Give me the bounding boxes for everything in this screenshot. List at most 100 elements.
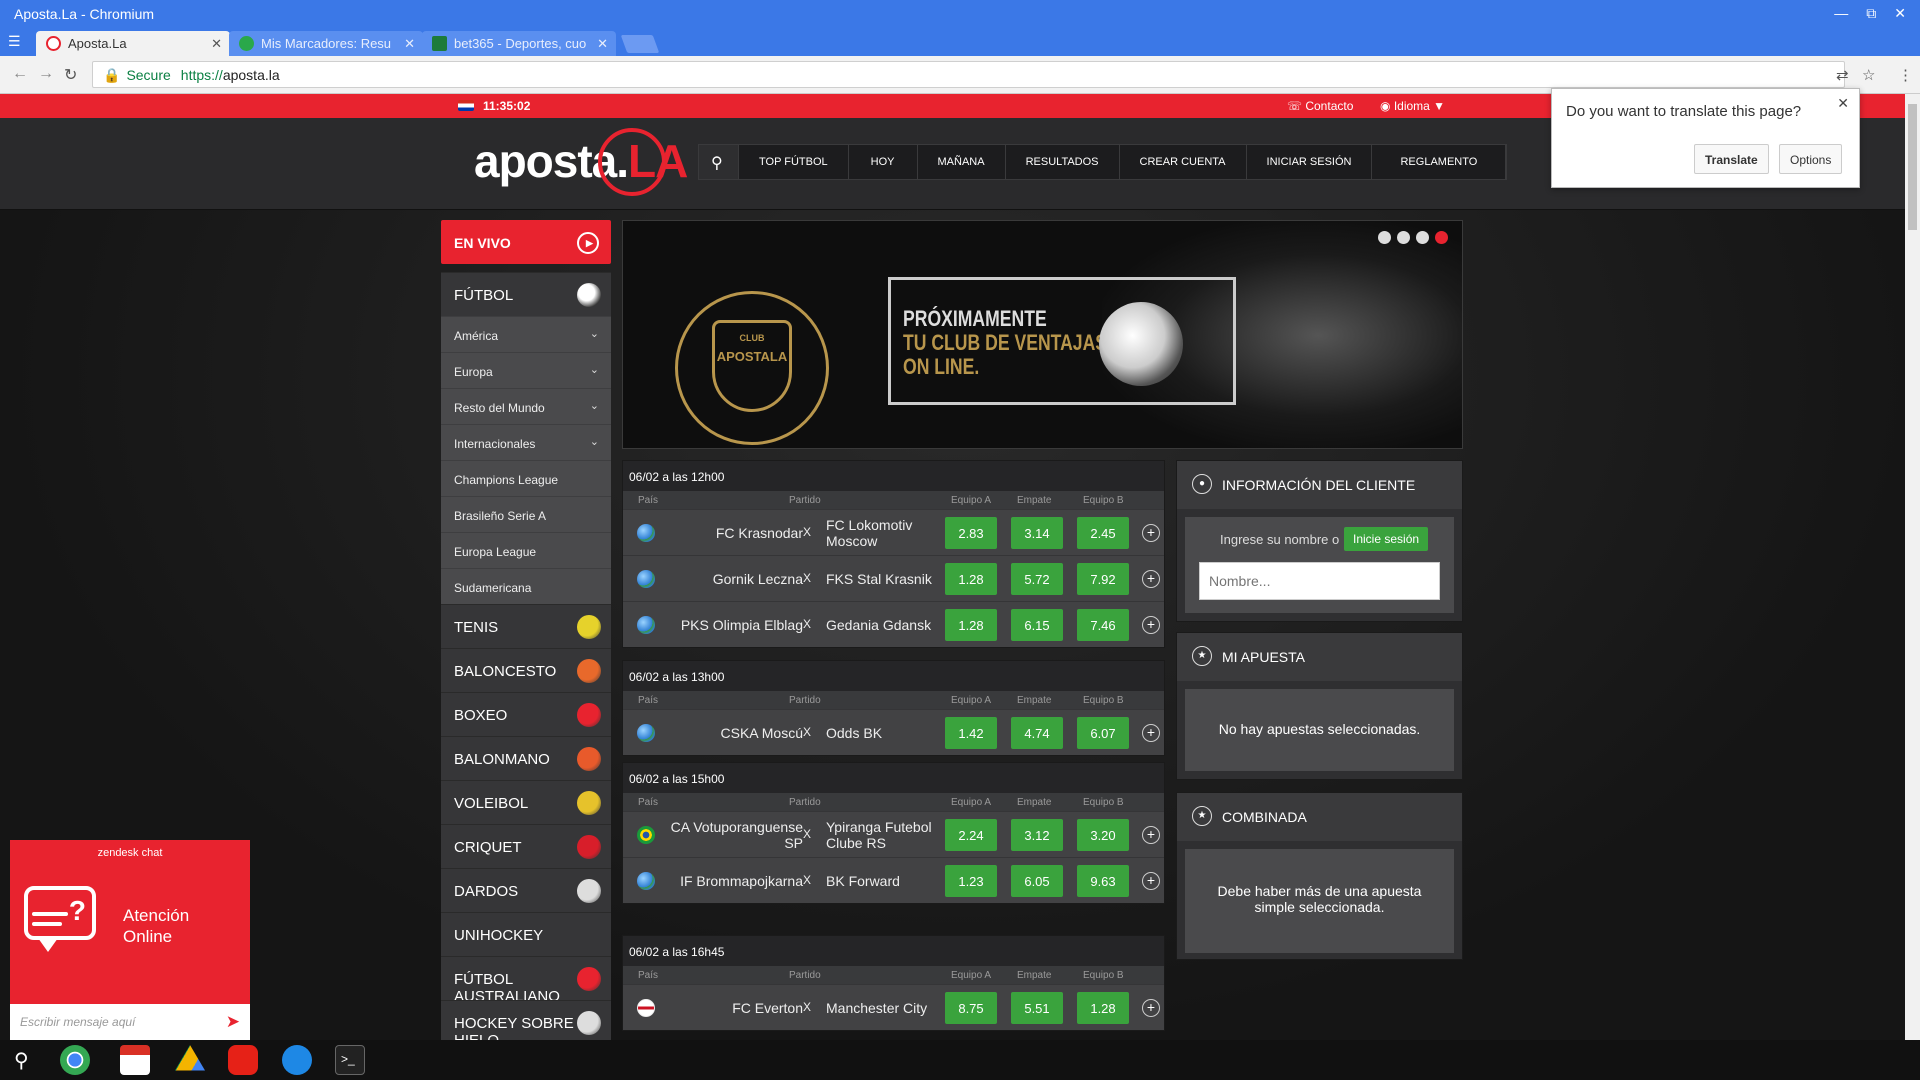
more-bets-plus-icon[interactable]: +: [1142, 524, 1160, 542]
more-bets-plus-icon[interactable]: +: [1142, 724, 1160, 742]
odd-empate-button[interactable]: 6.05: [1011, 865, 1063, 897]
odd-equipo-b-button[interactable]: 7.92: [1077, 563, 1129, 595]
odd-equipo-b-button[interactable]: 9.63: [1077, 865, 1129, 897]
odd-equipo-a-button[interactable]: 1.28: [945, 563, 997, 595]
close-tab-icon[interactable]: ✕: [211, 36, 222, 52]
carousel-dot[interactable]: [1397, 231, 1410, 244]
subitem-label: Europa: [454, 365, 493, 379]
sidebar-subitem[interactable]: América ⌄: [441, 316, 611, 352]
odd-equipo-b-button[interactable]: 2.45: [1077, 517, 1129, 549]
nav-crear-cuenta[interactable]: CREAR CUENTA: [1120, 145, 1247, 179]
nav-manana[interactable]: MAÑANA: [918, 145, 1006, 179]
minimize-icon[interactable]: —: [1834, 5, 1848, 22]
odd-equipo-a-button[interactable]: 1.42: [945, 717, 997, 749]
search-icon[interactable]: ⚲: [699, 145, 739, 179]
drive-app-icon[interactable]: [175, 1045, 205, 1071]
sidebar-item-futbol[interactable]: FÚTBOL: [441, 272, 611, 316]
scrollbar-thumb[interactable]: [1908, 104, 1917, 230]
tab-mis-marcadores[interactable]: Mis Marcadores: Resu ✕: [229, 31, 423, 56]
sidebar-subitem[interactable]: Internacionales ⌄: [441, 424, 611, 460]
carousel-dot[interactable]: [1378, 231, 1391, 244]
restore-icon[interactable]: ⧉: [1866, 5, 1876, 22]
sidebar-item-sport[interactable]: VOLEIBOL: [441, 780, 611, 824]
sidebar-item-sport[interactable]: CRIQUET: [441, 824, 611, 868]
close-window-icon[interactable]: ✕: [1894, 5, 1906, 22]
odd-equipo-b-button[interactable]: 7.46: [1077, 609, 1129, 641]
terminal-app-icon[interactable]: >_: [335, 1045, 365, 1075]
close-tab-icon[interactable]: ✕: [597, 36, 608, 52]
odd-empate-button[interactable]: 5.72: [1011, 563, 1063, 595]
chromium-app-icon[interactable]: [60, 1045, 90, 1075]
sidebar-item-sport[interactable]: BALONCESTO: [441, 648, 611, 692]
odd-equipo-b-button[interactable]: 1.28: [1077, 992, 1129, 1024]
sidebar-subitem[interactable]: Sudamericana: [441, 568, 611, 604]
nav-iniciar-sesion[interactable]: INICIAR SESIÓN: [1247, 145, 1373, 179]
odd-equipo-a-button[interactable]: 8.75: [945, 992, 997, 1024]
odd-empate-button[interactable]: 4.74: [1011, 717, 1063, 749]
back-icon[interactable]: ←: [12, 65, 28, 83]
more-bets-plus-icon[interactable]: +: [1142, 872, 1160, 890]
sidebar-item-sport[interactable]: FÚTBOL AUSTRALIANO: [441, 956, 611, 1005]
odd-empate-button[interactable]: 3.14: [1011, 517, 1063, 549]
gmail-app-icon[interactable]: [120, 1045, 150, 1075]
odd-equipo-a-button[interactable]: 2.83: [945, 517, 997, 549]
translate-icon[interactable]: ⇄: [1836, 66, 1849, 84]
sidebar-item-sport[interactable]: UNIHOCKEY: [441, 912, 611, 956]
odd-empate-button[interactable]: 6.15: [1011, 609, 1063, 641]
carousel-dot-active[interactable]: [1435, 231, 1448, 244]
translate-button[interactable]: Translate: [1694, 144, 1769, 174]
sidebar-item-sport[interactable]: DARDOS: [441, 868, 611, 912]
sidebar-subitem[interactable]: Resto del Mundo ⌄: [441, 388, 611, 424]
promo-banner[interactable]: CLUB APOSTALA PRÓXIMAMENTE TU CLUB DE VE…: [622, 220, 1463, 449]
sidebar-item-sport[interactable]: BALONMANO: [441, 736, 611, 780]
reload-icon[interactable]: ↻: [64, 65, 77, 85]
sidebar-item-sport[interactable]: TENIS: [441, 604, 611, 648]
close-popup-icon[interactable]: ✕: [1837, 95, 1849, 112]
address-bar[interactable]: 🔒 Secure https://aposta.la: [92, 61, 1845, 88]
new-tab-button[interactable]: [620, 35, 660, 53]
nav-reglamento[interactable]: REGLAMENTO: [1372, 145, 1507, 179]
launcher-search-icon[interactable]: ⚲: [14, 1048, 29, 1073]
odd-empate-button[interactable]: 3.12: [1011, 819, 1063, 851]
files-app-icon[interactable]: [282, 1045, 312, 1075]
odd-empate-button[interactable]: 5.51: [1011, 992, 1063, 1024]
odd-equipo-a-button[interactable]: 1.28: [945, 609, 997, 641]
youtube-app-icon[interactable]: [228, 1045, 258, 1075]
sidebar-subitem[interactable]: Europa League: [441, 532, 611, 568]
live-button[interactable]: EN VIVO ▶: [441, 220, 611, 264]
sidebar-item-sport[interactable]: BOXEO: [441, 692, 611, 736]
tab-aposta[interactable]: Aposta.La ✕: [36, 31, 230, 56]
odd-equipo-a-button[interactable]: 1.23: [945, 865, 997, 897]
bookmark-star-icon[interactable]: ☆: [1862, 66, 1875, 84]
name-input[interactable]: [1199, 562, 1440, 600]
login-button[interactable]: Inicie sesión: [1344, 527, 1429, 551]
forward-icon[interactable]: →: [38, 65, 54, 83]
carousel-dot[interactable]: [1416, 231, 1429, 244]
language-selector[interactable]: ◉ Idioma ▼: [1380, 99, 1445, 113]
chat-message-input[interactable]: Escribir mensaje aquí ➤: [10, 1004, 250, 1040]
zendesk-chat-widget[interactable]: zendesk chat ? Atención Online Escribir …: [10, 840, 250, 1040]
nav-resultados[interactable]: RESULTADOS: [1006, 145, 1120, 179]
contact-link[interactable]: ☏ Contacto: [1287, 99, 1353, 113]
page-scrollbar[interactable]: [1905, 94, 1920, 1040]
sidebar-item-sport[interactable]: HOCKEY SOBRE HIELO: [441, 1000, 611, 1049]
menu-icon[interactable]: ⋮: [1898, 66, 1913, 84]
more-bets-plus-icon[interactable]: +: [1142, 570, 1160, 588]
odd-equipo-b-button[interactable]: 6.07: [1077, 717, 1129, 749]
close-tab-icon[interactable]: ✕: [404, 36, 415, 52]
tab-search-icon[interactable]: ☰: [8, 33, 21, 50]
translate-options-button[interactable]: Options: [1779, 144, 1843, 174]
sidebar-subitem[interactable]: Europa ⌄: [441, 352, 611, 388]
odd-equipo-a-button[interactable]: 2.24: [945, 819, 997, 851]
more-bets-plus-icon[interactable]: +: [1142, 826, 1160, 844]
send-icon[interactable]: ➤: [226, 1012, 240, 1032]
sidebar-subitem[interactable]: Champions League: [441, 460, 611, 496]
more-bets-plus-icon[interactable]: +: [1142, 616, 1160, 634]
sidebar-subitem[interactable]: Brasileño Serie A: [441, 496, 611, 532]
nav-top-futbol[interactable]: TOP FÚTBOL: [739, 145, 849, 179]
tab-bet365[interactable]: bet365 - Deportes, cuo ✕: [422, 31, 616, 56]
nav-hoy[interactable]: HOY: [849, 145, 918, 179]
aposta-logo[interactable]: aposta.LA: [474, 128, 688, 196]
odd-equipo-b-button[interactable]: 3.20: [1077, 819, 1129, 851]
more-bets-plus-icon[interactable]: +: [1142, 999, 1160, 1017]
